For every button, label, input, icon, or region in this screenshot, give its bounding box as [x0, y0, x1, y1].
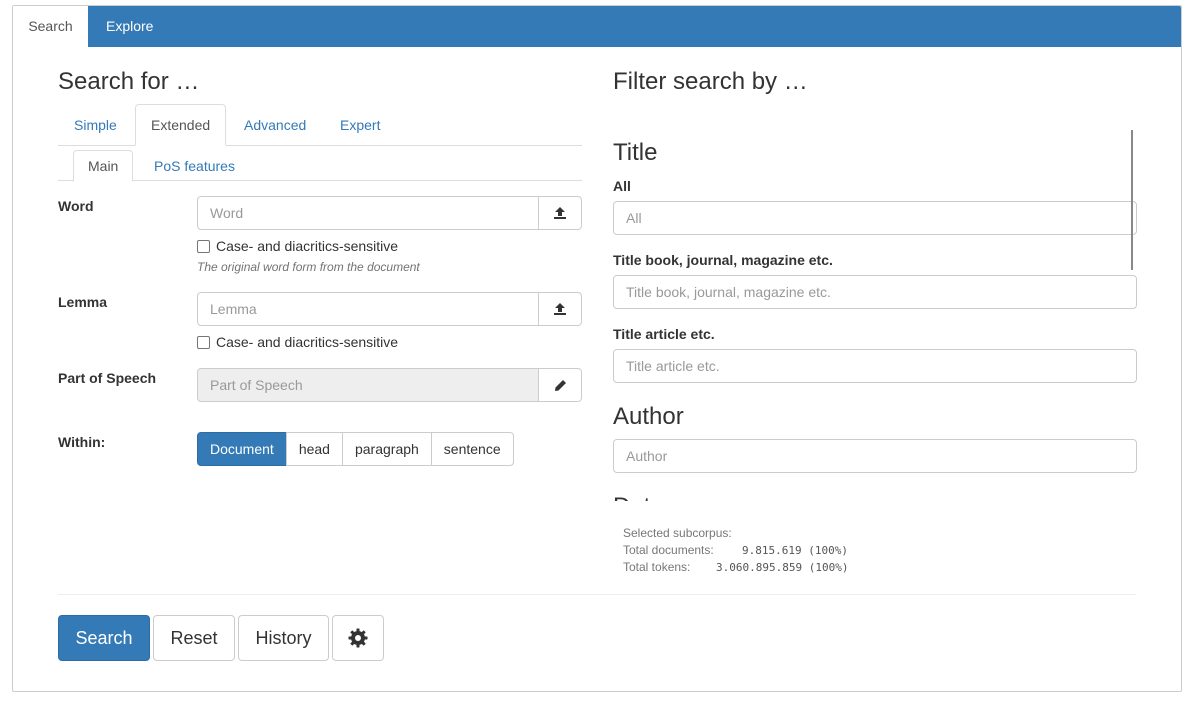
all-label: All	[613, 178, 631, 194]
top-tab-bar: Search Explore	[13, 6, 1181, 48]
title-book-label: Title book, journal, magazine etc.	[613, 252, 833, 268]
date-group-heading: Date	[613, 493, 664, 501]
subcorpus-heading: Selected subcorpus:	[623, 526, 732, 540]
total-documents-row: Total documents: 9.815.619 (100%)	[623, 542, 848, 559]
word-case-sensitive[interactable]: Case- and diacritics-sensitive	[197, 238, 398, 254]
search-button[interactable]: Search	[58, 615, 150, 661]
tab-expert[interactable]: Expert	[324, 104, 396, 146]
title-group-heading: Title	[613, 139, 658, 166]
tab-explore[interactable]: Explore	[91, 6, 168, 47]
total-documents-label: Total documents:	[623, 543, 714, 557]
tab-search[interactable]: Search	[13, 6, 88, 48]
filter-scrollbar[interactable]	[1131, 130, 1133, 270]
within-button-group: Document head paragraph sentence	[197, 432, 514, 466]
title-article-label: Title article etc.	[613, 326, 715, 342]
history-button[interactable]: History	[238, 615, 329, 661]
total-tokens-row: Total tokens: 3.060.895.859 (100%)	[623, 559, 848, 576]
title-article-input[interactable]	[613, 349, 1137, 383]
tab-advanced[interactable]: Advanced	[228, 104, 322, 146]
divider	[58, 594, 1136, 595]
subtab-main[interactable]: Main	[73, 150, 134, 182]
settings-button[interactable]	[332, 615, 384, 661]
search-for-title: Search for …	[58, 68, 200, 95]
word-label: Word	[58, 198, 94, 214]
within-paragraph-button[interactable]: paragraph	[341, 432, 432, 466]
upload-icon	[554, 207, 566, 219]
author-group-heading: Author	[613, 403, 684, 430]
within-document-button[interactable]: Document	[197, 432, 287, 466]
word-case-label: Case- and diacritics-sensitive	[216, 238, 399, 254]
filter-scroll-area[interactable]: Title All Title book, journal, magazine …	[613, 126, 1138, 501]
within-sentence-button[interactable]: sentence	[430, 432, 514, 466]
pos-input-group	[197, 368, 582, 402]
pos-input[interactable]	[197, 368, 539, 402]
total-tokens-label: Total tokens:	[623, 560, 691, 574]
lemma-case-checkbox[interactable]	[197, 335, 210, 349]
gear-icon	[348, 628, 368, 648]
subtab-pos-features[interactable]: PoS features	[138, 150, 251, 182]
lemma-input[interactable]	[197, 292, 539, 326]
pos-edit-button[interactable]	[539, 368, 582, 402]
subcorpus-stats: Selected subcorpus: Total documents: 9.8…	[623, 525, 848, 576]
query-type-tabs: Simple Extended Advanced Expert	[58, 104, 582, 146]
lemma-case-label: Case- and diacritics-sensitive	[216, 334, 399, 350]
extended-subtabs: Main PoS features	[58, 150, 582, 182]
upload-icon	[554, 303, 566, 315]
search-panel: Search Explore Search for … Simple Exten…	[12, 5, 1182, 692]
pos-label: Part of Speech	[58, 370, 157, 386]
within-head-button[interactable]: head	[285, 432, 343, 466]
word-help-text: The original word form from the document	[197, 260, 420, 274]
lemma-case-sensitive[interactable]: Case- and diacritics-sensitive	[197, 334, 398, 350]
reset-button[interactable]: Reset	[153, 615, 235, 661]
title-book-input[interactable]	[613, 275, 1137, 309]
total-tokens-value: 3.060.895.859 (100%)	[716, 561, 849, 574]
filter-title: Filter search by …	[613, 68, 808, 95]
lemma-label: Lemma	[58, 294, 108, 310]
tab-extended[interactable]: Extended	[135, 104, 227, 146]
all-title-input[interactable]	[613, 201, 1137, 235]
pencil-icon	[554, 379, 566, 391]
within-label: Within:	[58, 434, 106, 450]
word-input-group	[197, 196, 582, 230]
word-upload-button[interactable]	[539, 196, 582, 230]
word-case-checkbox[interactable]	[197, 239, 210, 253]
lemma-input-group	[197, 292, 582, 326]
tab-simple[interactable]: Simple	[58, 104, 133, 146]
author-input[interactable]	[613, 439, 1137, 473]
total-documents-value: 9.815.619 (100%)	[742, 544, 848, 557]
word-input[interactable]	[197, 196, 539, 230]
lemma-upload-button[interactable]	[539, 292, 582, 326]
